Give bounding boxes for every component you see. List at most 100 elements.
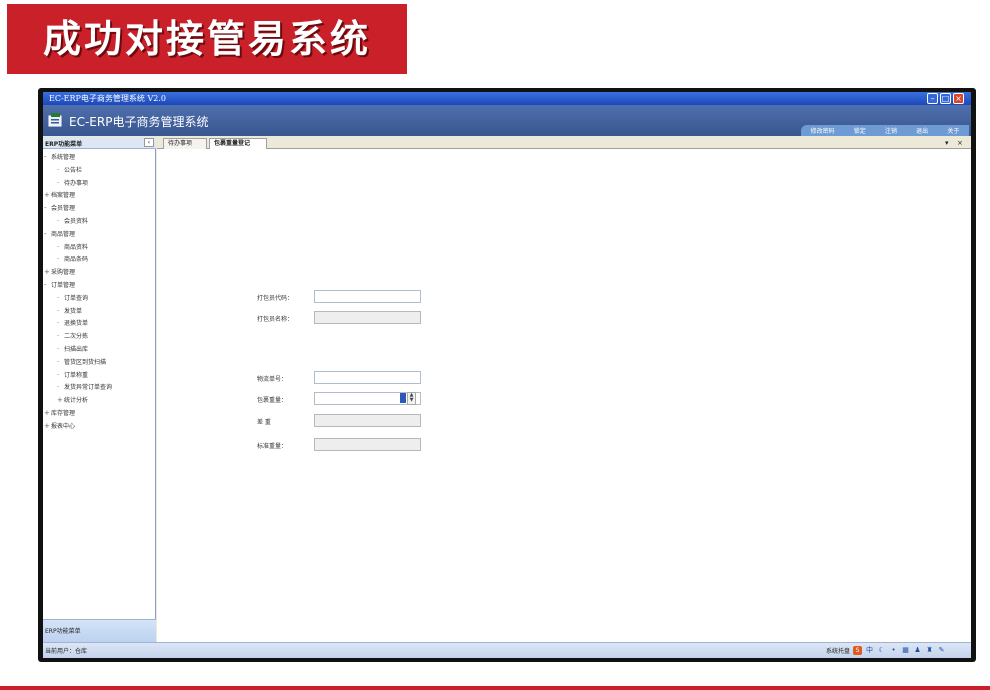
expand-icon[interactable]: + [44,189,51,201]
sidebar-item[interactable]: - 会员管理 [44,202,75,214]
keyboard-icon[interactable]: ▦ [901,646,910,655]
expand-icon[interactable]: + [44,420,51,432]
sidebar-item-label: 商品条码 [64,256,89,264]
sidebar-item[interactable]: · 商品资料 [57,241,88,253]
wrench-icon[interactable]: ✎ [937,646,946,655]
minimize-button[interactable]: – [927,93,938,104]
top-nav-logout[interactable]: 注销 [885,126,897,135]
maximize-button[interactable]: □ [940,93,951,104]
sidebar-item[interactable]: +档案管理 [44,189,75,201]
sidebar-item-label: 报表中心 [51,422,76,430]
sidebar-item-label: 会员资料 [64,218,89,225]
sidebar-item[interactable]: · 订单称重 [57,369,88,381]
top-nav-about[interactable]: 关于 [947,126,959,135]
tree-branch-icon: · [57,345,60,353]
collapse-icon[interactable]: - [44,279,51,291]
sidebar-item-label: 退换货单 [64,320,89,328]
sidebar-item-label: 档案管理 [51,192,76,200]
sidebar-item[interactable]: - 商品管理 [44,228,75,240]
expand-icon[interactable]: + [57,394,64,406]
packer-code-label: 打包员代码： [257,295,294,302]
close-window-button[interactable]: × [953,93,964,104]
expand-icon[interactable]: + [44,407,51,419]
ime-icon[interactable]: S [853,646,863,655]
tab-package-weight[interactable]: 包裹重量登记 [209,138,267,149]
sidebar-item[interactable]: +报表中心 [44,420,75,432]
moon-icon[interactable]: ☾ [877,646,886,655]
status-bar: 当前用户：仓库 系统托盘 S 中 ☾ • ▦ ♟ ♜ ✎ [43,642,971,658]
sidebar-item-label: 公告栏 [64,166,83,174]
tab-bar: 待办事项 包裹重量登记 ▾ × [157,137,971,149]
sidebar-item-label: 订单管理 [51,282,76,289]
tree-branch-icon: · [57,293,60,302]
tree-branch-icon: · [57,357,60,366]
dot-icon[interactable]: • [889,646,898,655]
sidebar-item[interactable]: - 系统管理 [44,151,75,163]
tree-branch-icon: · [57,306,60,315]
tracking-number-label: 物流单号： [257,376,288,383]
sidebar-item[interactable]: · 商品条码 [57,253,88,265]
sidebar-item[interactable]: · 会员资料 [57,215,88,227]
sidebar-item[interactable]: · 扫描出库 [57,343,88,355]
sidebar-item-label: 系统管理 [51,154,76,161]
package-weight-label: 包裹重量： [257,397,288,404]
sidebar-item[interactable]: +统计分析 [57,394,88,406]
tab-list-icon[interactable]: ▾ [945,138,949,148]
tracking-number-input[interactable] [314,371,421,384]
tree-branch-icon: · [57,165,60,174]
person-icon[interactable]: ♟ [913,646,922,655]
sidebar-footer[interactable]: ERP功能菜单 [43,619,156,642]
packer-name-input [314,311,421,324]
spin-down-icon[interactable]: ▼ [408,398,415,403]
tree-branch-icon: · [57,255,60,264]
weight-difference-label: 差 重 [257,419,271,426]
packer-code-input[interactable] [314,290,421,303]
sidebar-item-label: 商品资料 [64,243,89,251]
sidebar-item[interactable]: · 待办事项 [57,177,88,189]
sidebar: ERP功能菜单 ‹ - 系统管理 · 公告栏 · 待办事项 +档案管理 - 会员管理 · 会员资料 -… [43,137,156,642]
sidebar-item[interactable]: · 退换货单 [57,317,88,329]
sidebar-item-label: 发货单 [64,307,83,315]
sidebar-item-label: 二次分拣 [64,333,89,341]
main-panel: 待办事项 包裹重量登记 ▾ × 打包员代码： 打包员名称： 物流单号： 包裹重量： ▲ ▼… [157,137,971,642]
top-nav: 修改密码 锁定 注销 退出 关于 [801,125,969,136]
sidebar-item[interactable]: +库存管理 [44,407,75,419]
sidebar-item-label: 商品管理 [51,230,76,238]
sidebar-item[interactable]: +采购管理 [44,266,75,278]
app-header: EC-ERP电子商务管理系统 修改密码 锁定 注销 退出 关于 [43,105,971,136]
expand-icon[interactable]: + [44,266,51,278]
sidebar-item-label: 订单查询 [64,294,89,302]
collapse-icon[interactable]: - [44,228,51,240]
sidebar-item[interactable]: · 管货区到货扫描 [57,356,106,368]
top-nav-exit[interactable]: 退出 [916,126,928,135]
tree-branch-icon: · [57,242,60,251]
sidebar-item[interactable]: · 公告栏 [57,164,82,176]
sidebar-item[interactable]: · 二次分拣 [57,330,88,342]
sidebar-item-label: 库存管理 [51,410,76,417]
sidebar-item-label: 管货区到货扫描 [64,358,107,366]
sidebar-item[interactable]: · 发货异常订单查询 [57,381,112,393]
top-nav-lock[interactable]: 锁定 [854,126,866,135]
shirt-icon[interactable]: ♜ [925,646,934,655]
sidebar-item[interactable]: · 发货单 [57,305,82,317]
tab-todo[interactable]: 待办事项 [163,138,207,149]
tray-label: 系统托盘 [826,648,851,655]
current-user: 当前用户：仓库 [45,648,88,655]
collapse-icon[interactable]: - [44,202,51,214]
tab-close-icon[interactable]: × [957,138,963,148]
sidebar-collapse-button[interactable]: ‹ [144,138,154,147]
sidebar-item[interactable]: - 订单管理 [44,279,75,291]
tree-branch-icon: · [57,332,60,341]
lang-icon[interactable]: 中 [865,646,874,655]
sidebar-item-label: 订单称重 [64,371,89,379]
tree-branch-icon: · [57,383,60,392]
sidebar-item-label: 扫描出库 [64,346,89,353]
weight-spinner[interactable]: ▲ ▼ [407,392,416,405]
window-titlebar[interactable]: EC-ERP电子商务管理系统 V2.0 – □ × [43,92,971,105]
sidebar-item[interactable]: · 订单查询 [57,292,88,304]
collapse-icon[interactable]: - [44,151,51,163]
top-nav-change-password[interactable]: 修改密码 [811,126,835,135]
tree-branch-icon: · [57,178,60,187]
system-tray: 系统托盘 S 中 ☾ • ▦ ♟ ♜ ✎ [826,644,969,657]
sidebar-header: ERP功能菜单 ‹ [43,137,156,149]
